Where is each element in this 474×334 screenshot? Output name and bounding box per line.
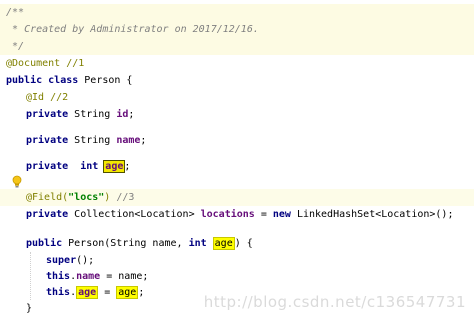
kw-super: super — [46, 255, 77, 266]
constructor-signature: public Person(String name, int age) { — [26, 235, 253, 252]
field-name-ref: name — [76, 271, 101, 282]
id-annotation: @Id //2 — [26, 89, 68, 106]
kw-private: private — [26, 161, 69, 172]
ctor-signature-text: Person(String name, — [62, 238, 189, 249]
lightbulb-icon[interactable] — [12, 175, 22, 189]
semicolon: ; — [124, 161, 131, 172]
kw-private: private — [26, 209, 69, 220]
type-string: String — [68, 135, 117, 146]
code-line-13: @Field("locs") //3 — [0, 189, 474, 206]
type-string: String — [68, 109, 117, 120]
assign-name-rest: = name; — [100, 271, 149, 282]
type-collection: Collection<Location> — [68, 209, 201, 220]
code-line-1: /** — [0, 4, 474, 21]
field-locations: locations — [200, 209, 255, 220]
code-line-4: @Document //1 — [0, 55, 474, 72]
field-age-highlighted[interactable]: age — [103, 160, 126, 173]
class-declaration: public class Person { — [6, 72, 132, 89]
kw-class: class — [48, 75, 79, 86]
code-line-14: private Collection<Location> locations =… — [0, 206, 474, 223]
assign-age: this. age = age; — [46, 284, 144, 301]
comment-created: * Created by Administrator on 2017/12/16… — [6, 21, 259, 38]
field-annotation: @Field("locs") //3 — [26, 189, 134, 206]
comment-close: */ — [6, 41, 25, 52]
id-field-declaration: private String id; — [26, 106, 134, 123]
indent-guide — [30, 252, 31, 300]
super-call: super(); — [46, 252, 94, 269]
assign-op: = — [98, 287, 117, 298]
linkedhashset-expr: LinkedHashSet<Location>(); — [290, 209, 454, 220]
semicolon: ; — [140, 135, 147, 146]
kw-private: private — [26, 135, 69, 146]
code-line-5: public class Person { — [0, 72, 474, 89]
code-line-6: @Id //2 — [0, 89, 474, 106]
code-line-16: public Person(String name, int age) { — [0, 235, 474, 252]
kw-this: this — [46, 271, 71, 282]
locations-field-declaration: private Collection<Location> locations =… — [26, 206, 453, 223]
kw-int: int — [188, 238, 207, 249]
comment-prefix: * — [6, 24, 25, 35]
assign-op: = — [254, 209, 273, 220]
semicolon: ; — [128, 109, 135, 120]
code-line-17: super(); — [0, 252, 474, 269]
param-age-highlighted[interactable]: age — [212, 237, 235, 250]
code-line-11: private int age; — [0, 158, 474, 175]
field-name: name — [116, 135, 141, 146]
ctor-open-brace: ) { — [234, 238, 253, 249]
kw-public: public — [26, 238, 63, 249]
ctor-close-brace: } — [26, 303, 33, 314]
field-id: id — [116, 109, 129, 120]
code-line-18: this.name = name; — [0, 268, 474, 285]
id-annotation-text: @Id //2 — [26, 92, 69, 103]
semicolon: ; — [138, 287, 145, 298]
kw-this: this — [46, 287, 71, 298]
code-line-2: * Created by Administrator on 2017/12/16… — [0, 21, 474, 38]
string-locs: "locs" — [68, 192, 105, 203]
comment-open: /** — [6, 7, 25, 18]
param-age-ref-highlighted[interactable]: age — [116, 286, 139, 299]
super-call-end: (); — [76, 255, 95, 266]
code-line-7: private String id; — [0, 106, 474, 123]
field-age-ref-highlighted[interactable]: age — [76, 286, 99, 299]
watermark: http://blog.csdn.net/c136547731 — [203, 293, 466, 311]
field-anno-comment: //3 — [110, 192, 135, 203]
kw-private: private — [26, 109, 69, 120]
field-anno-open: @Field( — [26, 192, 69, 203]
document-annotation: @Document //1 — [6, 58, 85, 69]
comment-created-text: Created by Administrator on 2017/12/16. — [24, 24, 259, 35]
code-line-3: */ — [0, 38, 474, 55]
class-name: Person { — [78, 75, 133, 86]
kw-new: new — [272, 209, 291, 220]
assign-name: this.name = name; — [46, 268, 148, 285]
age-field-declaration: private int age; — [26, 158, 130, 175]
name-field-declaration: private String name; — [26, 132, 146, 149]
code-line-9: private String name; — [0, 132, 474, 149]
kw-public: public — [6, 75, 43, 86]
kw-int: int — [80, 161, 99, 172]
